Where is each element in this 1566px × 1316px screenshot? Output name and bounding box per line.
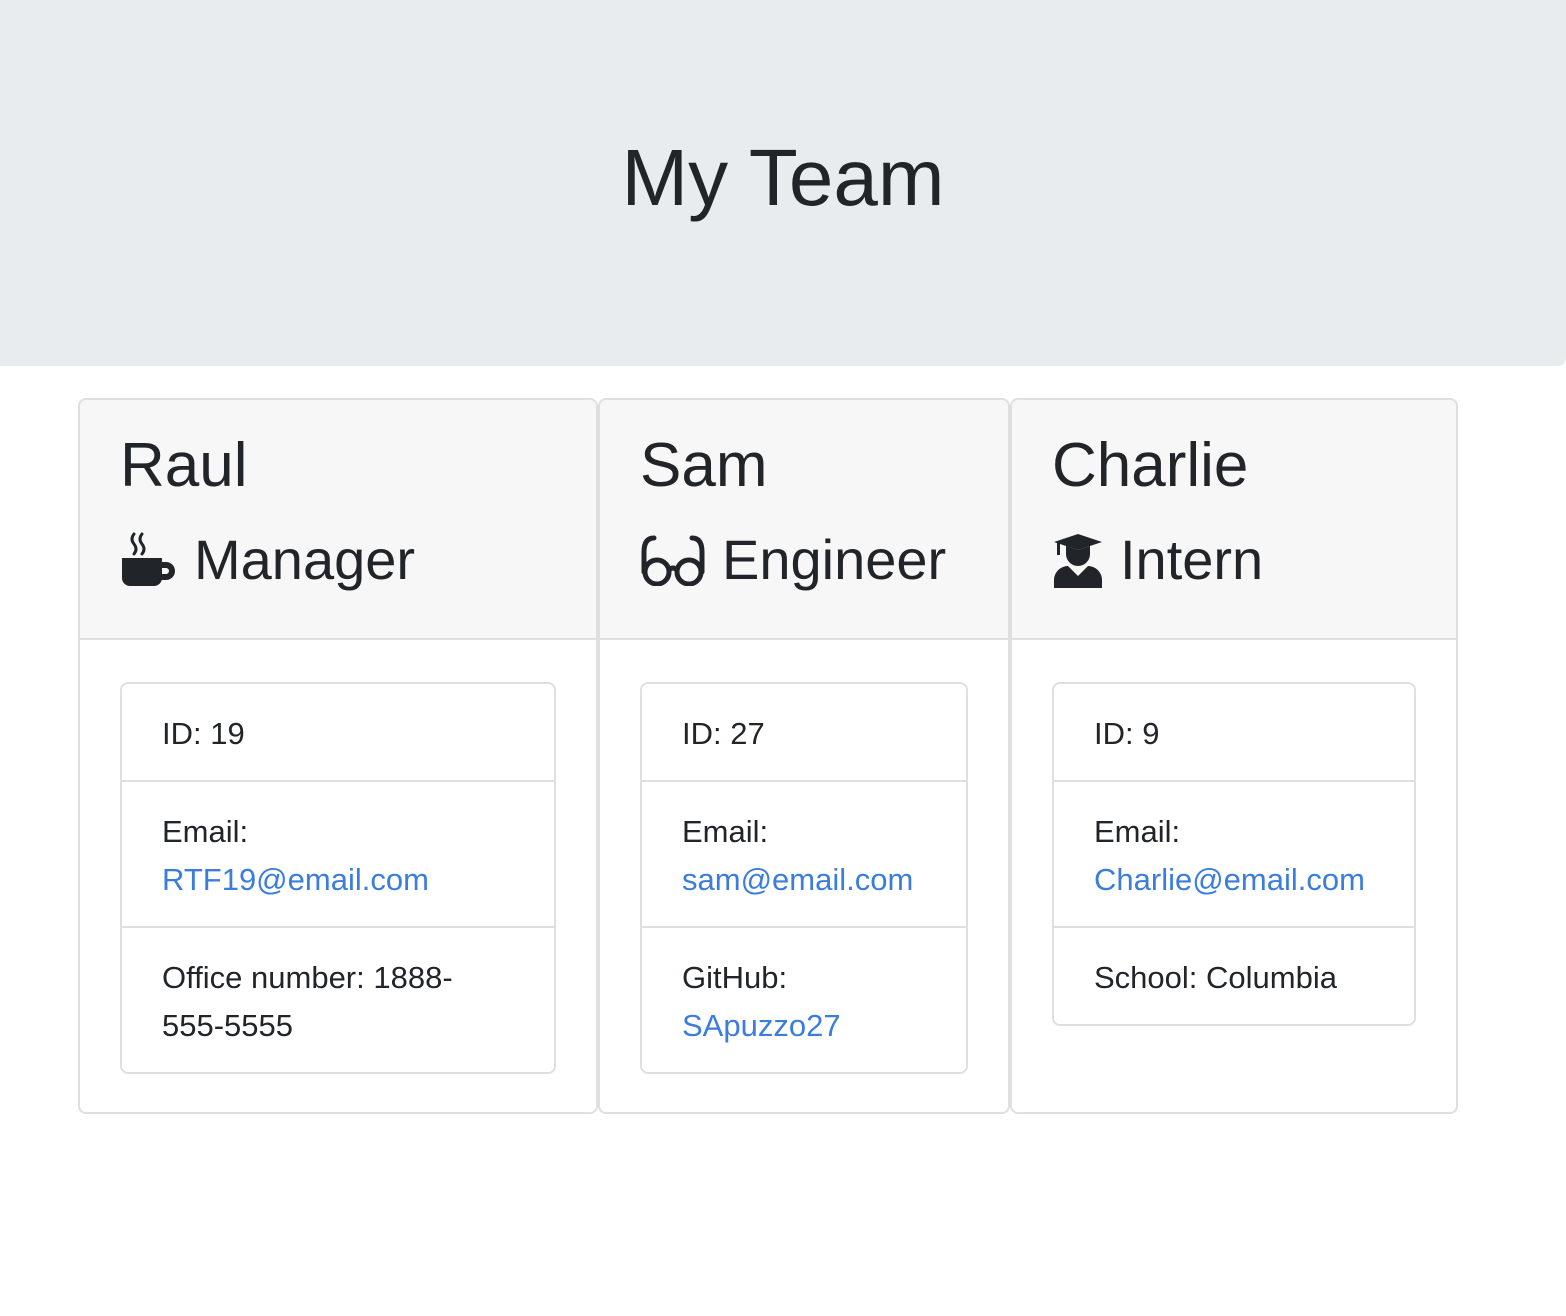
info-list: ID: 9 Email: Charlie@email.com School: C… [1052,682,1416,1026]
list-item-email: Email: sam@email.com [642,782,966,928]
email-link[interactable]: sam@email.com [682,856,926,904]
employee-name: Sam [640,431,768,500]
team-card-intern: Charlie Intern ID: 9 Email: Charlie@emai… [1010,398,1458,1114]
github-label: GitHub: [682,960,788,995]
coffee-icon [120,532,178,588]
header-jumbotron: My Team [0,0,1566,366]
glasses-icon [640,534,706,586]
graduate-icon [1052,532,1104,588]
page-title: My Team [621,133,945,222]
list-item-email: Email: RTF19@email.com [122,782,554,928]
id-text: ID: 9 [1094,716,1160,751]
email-label: Email: [162,814,249,849]
list-item-school: School: Columbia [1054,928,1414,1024]
list-item-id: ID: 27 [642,684,966,782]
employee-name: Raul [120,431,248,500]
school-text: School: Columbia [1094,960,1337,995]
id-text: ID: 19 [162,716,245,751]
email-link[interactable]: Charlie@email.com [1094,856,1374,904]
team-card-manager: Raul Manager ID: 19 Email: RTF19@email.c… [78,398,598,1114]
list-item-email: Email: Charlie@email.com [1054,782,1414,928]
list-item-id: ID: 19 [122,684,554,782]
list-item-github: GitHub: SApuzzo27 [642,928,966,1072]
email-link[interactable]: RTF19@email.com [162,856,514,904]
employee-role: Intern [1052,528,1263,592]
employee-name: Charlie [1052,431,1249,500]
team-card-engineer: Sam Engineer ID: 27 Email: sam@email.com… [598,398,1010,1114]
list-item-office: Office number: 1888-555-5555 [122,928,554,1072]
office-number-text: Office number: 1888-555-5555 [162,960,453,1043]
info-list: ID: 19 Email: RTF19@email.com Office num… [120,682,556,1074]
list-item-id: ID: 9 [1054,684,1414,782]
card-header: Sam Engineer [600,400,1008,640]
email-label: Email: [682,814,769,849]
info-list: ID: 27 Email: sam@email.com GitHub: SApu… [640,682,968,1074]
role-label: Manager [194,528,416,591]
employee-role: Manager [120,528,415,592]
id-text: ID: 27 [682,716,765,751]
card-header: Charlie Intern [1012,400,1456,640]
card-header: Raul Manager [80,400,596,640]
github-link[interactable]: SApuzzo27 [682,1002,926,1050]
role-label: Intern [1120,528,1264,591]
role-label: Engineer [722,528,947,591]
employee-role: Engineer [640,528,946,592]
email-label: Email: [1094,814,1181,849]
